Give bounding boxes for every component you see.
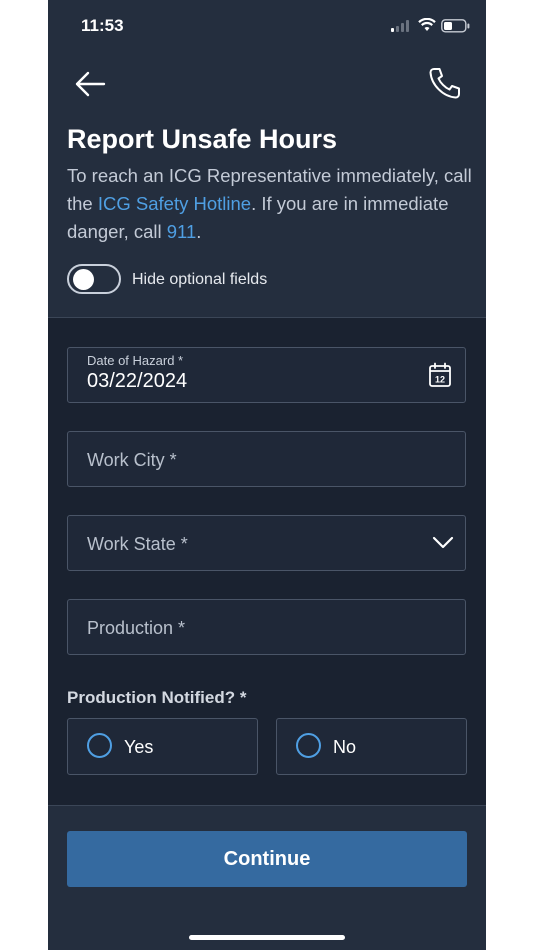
calendar-icon[interactable]: 12: [428, 362, 452, 388]
production-notified-label: Production Notified? *: [67, 688, 247, 707]
phone-icon: [429, 68, 460, 99]
work-state-placeholder: Work State *: [87, 534, 188, 554]
back-button[interactable]: [74, 70, 106, 98]
date-of-hazard-field[interactable]: Date of Hazard * 03/22/2024 12: [67, 347, 466, 403]
arrow-left-icon: [75, 71, 106, 97]
home-indicator: [189, 935, 345, 940]
radio-no-label: No: [333, 737, 357, 757]
date-field-label: Date of Hazard *: [87, 353, 184, 368]
page-description: To reach an ICG Representative immediate…: [67, 162, 477, 246]
app-screen: 11:53 Report Unsafe Hours To reach an IC…: [48, 0, 486, 950]
toggle-knob: [73, 269, 94, 290]
footer: Continue: [48, 805, 486, 950]
page-title: Report Unsafe Hours: [67, 124, 338, 154]
wifi-icon: [418, 18, 436, 31]
radio-no[interactable]: No: [276, 718, 467, 775]
date-field-value: 03/22/2024: [87, 370, 188, 392]
safety-hotline-link[interactable]: ICG Safety Hotline: [98, 193, 251, 214]
header-section: 11:53 Report Unsafe Hours To reach an IC…: [48, 0, 486, 318]
emergency-911-link[interactable]: 911: [167, 221, 197, 242]
battery-icon: [441, 19, 470, 33]
radio-yes-label: Yes: [124, 737, 154, 757]
chevron-down-icon: [432, 536, 454, 549]
work-city-field[interactable]: Work City *: [67, 431, 466, 487]
description-text: .: [196, 221, 202, 242]
signal-icon: [391, 20, 409, 32]
continue-button[interactable]: Continue: [67, 831, 467, 887]
calendar-icon-text: 12: [435, 375, 445, 385]
work-city-placeholder: Work City *: [87, 450, 177, 470]
status-time: 11:53: [81, 16, 124, 35]
call-button[interactable]: [428, 66, 462, 100]
work-state-select[interactable]: Work State *: [67, 515, 466, 571]
hide-optional-fields-toggle[interactable]: [67, 264, 121, 294]
radio-circle: [296, 733, 321, 758]
production-placeholder: Production *: [87, 618, 186, 638]
production-field[interactable]: Production *: [67, 599, 466, 655]
radio-circle: [87, 733, 112, 758]
toggle-label: Hide optional fields: [132, 271, 268, 288]
radio-yes[interactable]: Yes: [67, 718, 258, 775]
